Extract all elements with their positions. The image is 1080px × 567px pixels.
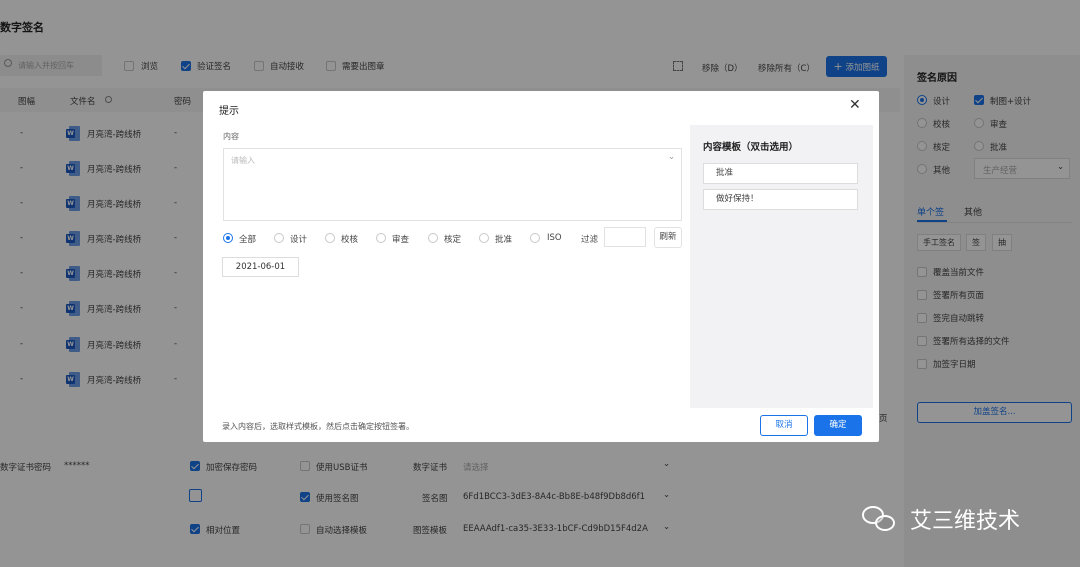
prompt-dialog: 提示 ✕ 内容 请输入 ⌄ 全部 设计 校核 审查 核定 批准 ISO 过滤 刷… [203,91,879,442]
filter-label: 审查 [392,235,410,245]
filter-review-radio[interactable] [376,233,386,243]
content-label: 内容 [223,132,239,141]
filter-all-radio[interactable] [223,233,233,243]
content-textarea[interactable]: 请输入 ⌄ [223,148,682,221]
filter-approve-radio[interactable] [479,233,489,243]
filter-iso-radio[interactable] [530,233,540,243]
filter-check-radio[interactable] [325,233,335,243]
dialog-hint: 录入内容后，选取样式模板，然后点击确定按钮签署。 [222,422,414,431]
filter-label: ISO [547,233,562,243]
filter-label: 校核 [341,235,359,245]
filter-design-radio[interactable] [274,233,284,243]
dialog-title: 提示 [219,106,239,117]
template-item[interactable]: 做好保持！ [703,189,858,210]
watermark-text: 艾三维技术 [910,509,1021,534]
template-panel: 内容模板（双击选用） 批准 做好保持！ [690,125,873,408]
filter-label: 核定 [444,235,462,245]
content-placeholder: 请输入 [231,156,255,165]
filter-text-label: 过滤 [581,235,599,245]
ok-button[interactable]: 确定 [814,415,862,436]
template-panel-title: 内容模板（双击选用） [703,142,799,153]
chevron-down-icon[interactable]: ⌄ [668,152,675,162]
filter-label: 全部 [239,235,257,245]
template-item[interactable]: 批准 [703,163,858,184]
date-tag[interactable]: 2021-06-01 [222,257,299,277]
cancel-button[interactable]: 取消 [760,415,808,436]
filter-input[interactable] [604,227,646,247]
filter-label: 批准 [495,235,513,245]
filter-verify-radio[interactable] [428,233,438,243]
refresh-button[interactable]: 刷新 [654,227,682,248]
filter-label: 设计 [290,235,308,245]
close-icon[interactable]: ✕ [849,97,861,113]
wechat-icon [862,504,896,532]
